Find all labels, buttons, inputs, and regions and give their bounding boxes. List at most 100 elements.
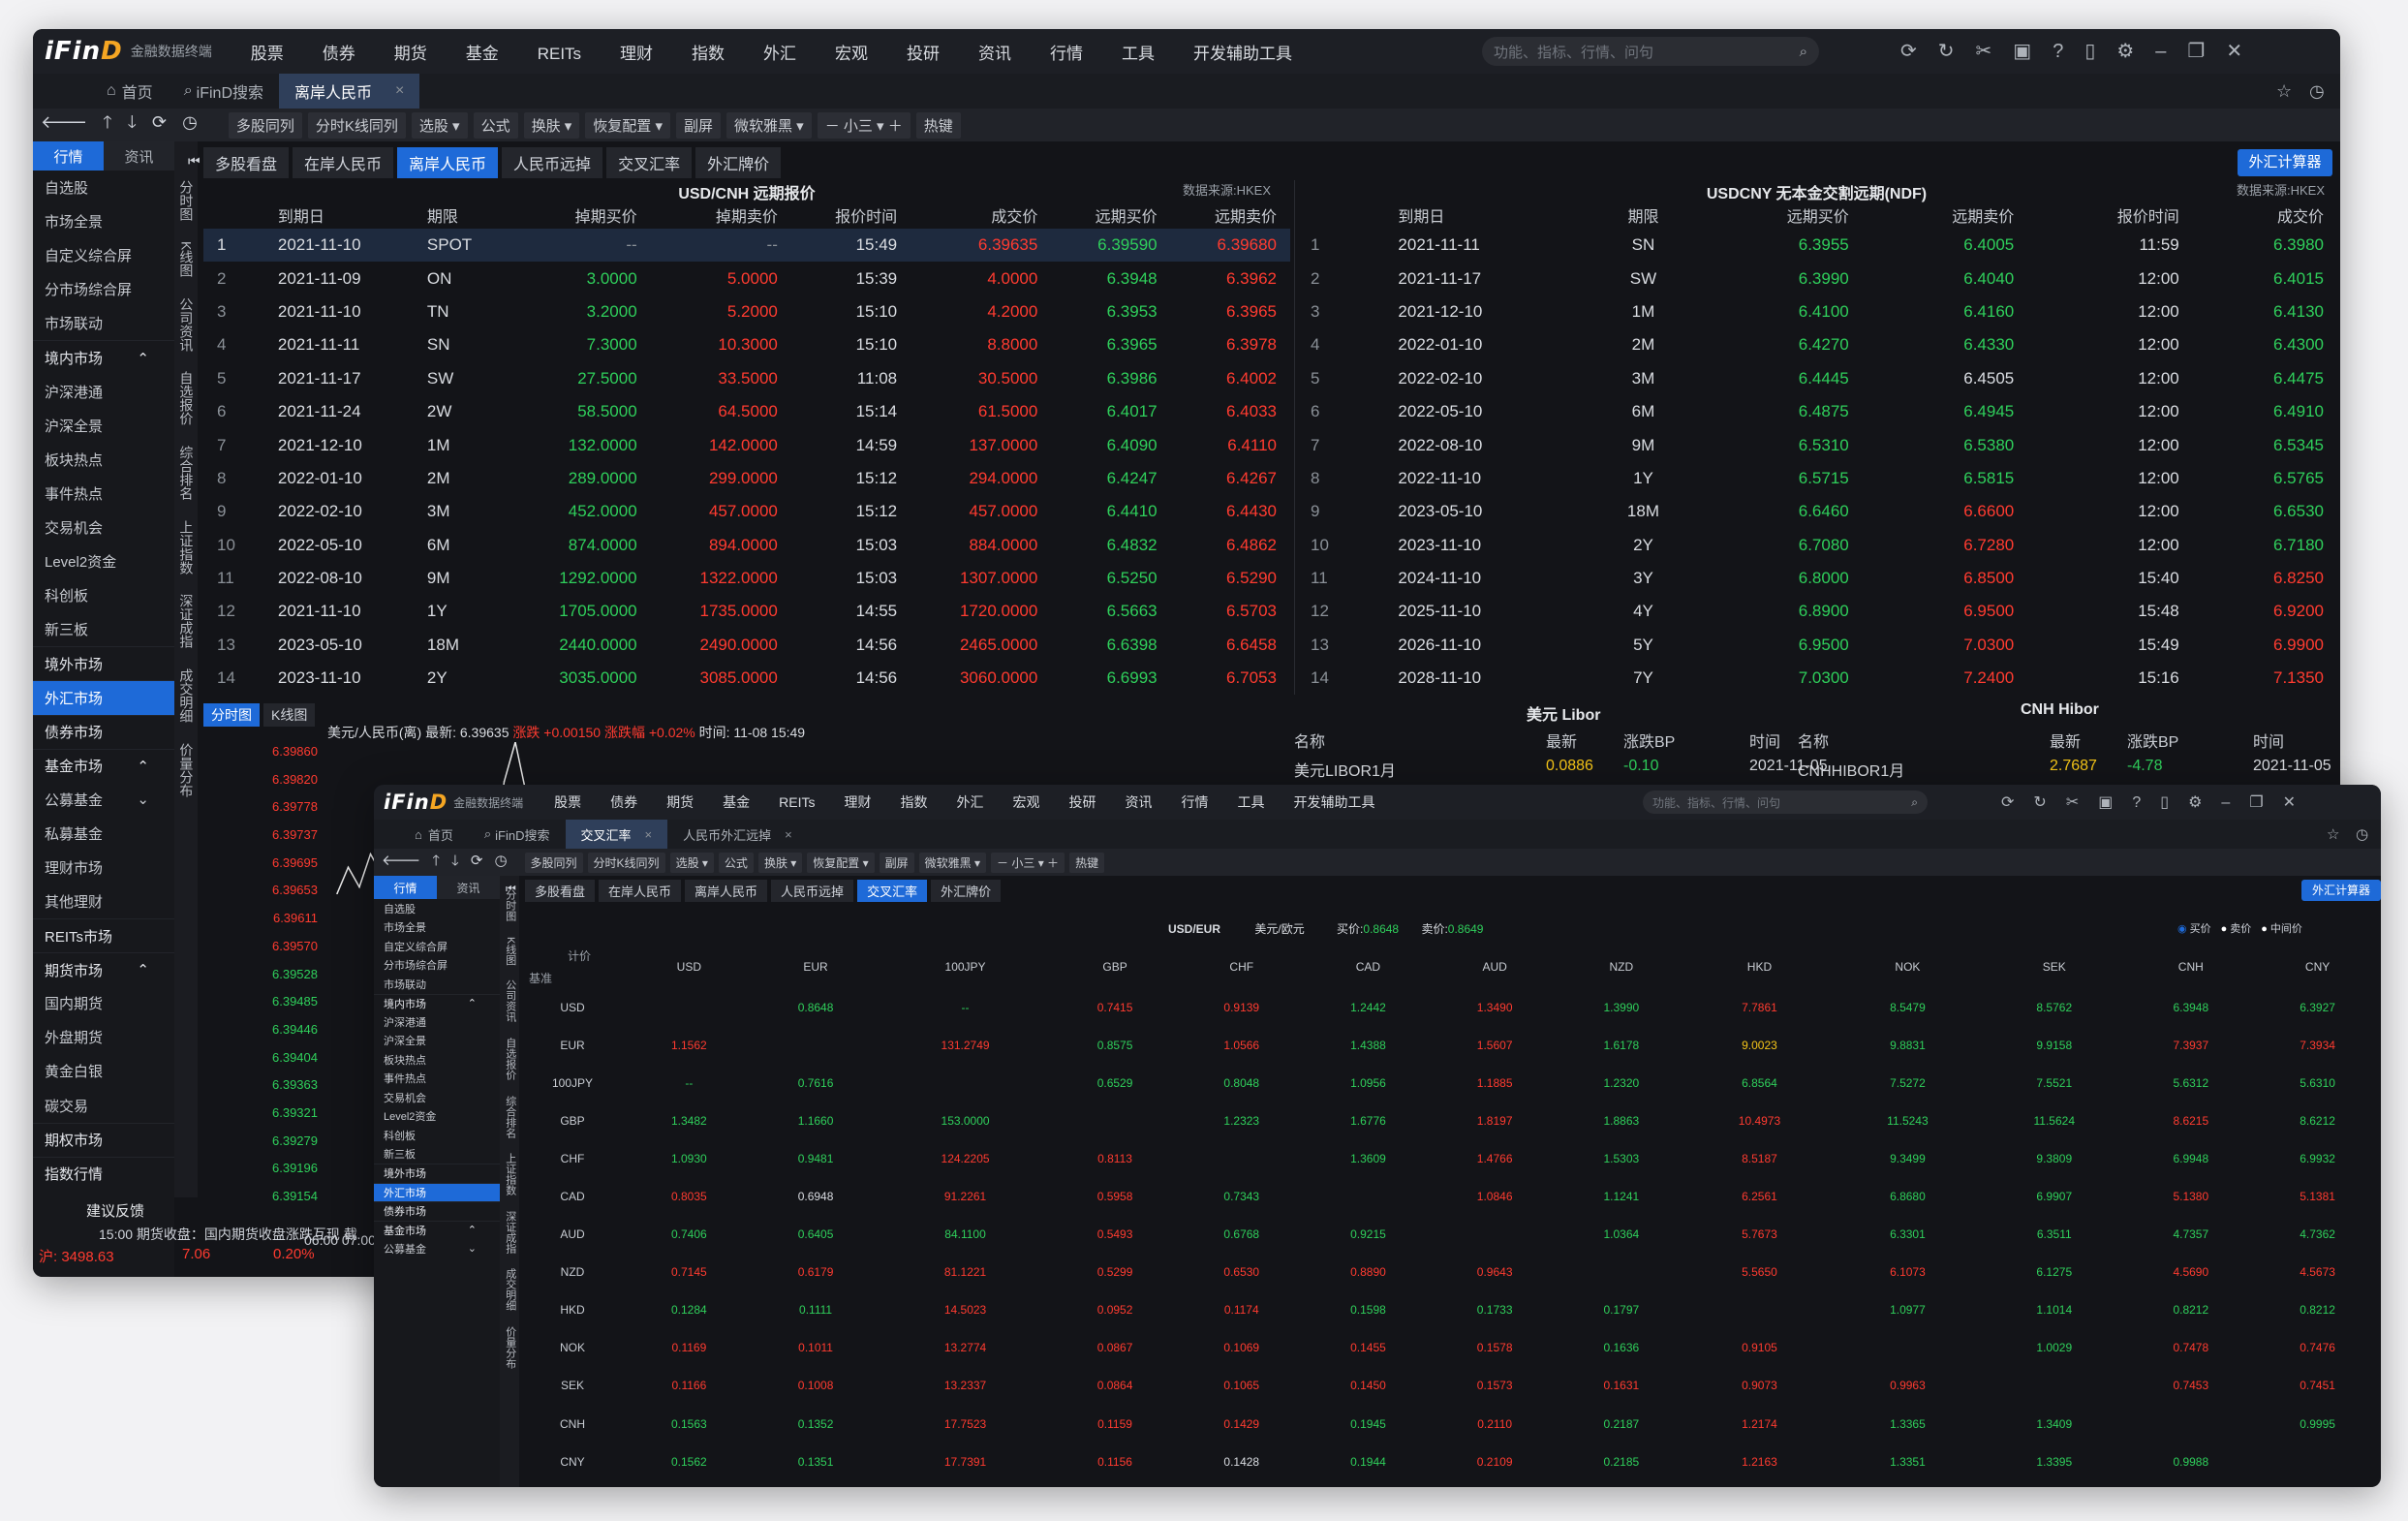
- sidebar-item-18[interactable]: 公募基金 ⌄: [33, 783, 174, 817]
- rate-cell[interactable]: 8.5187: [1684, 1139, 1835, 1177]
- rate-cell[interactable]: 8.6212: [2254, 1102, 2381, 1139]
- radio-label[interactable]: 中间价: [2270, 923, 2302, 935]
- rate-cell[interactable]: 0.1008: [753, 1367, 880, 1405]
- sidebar-item-2[interactable]: 自定义综合屏: [374, 937, 500, 956]
- menu-item-4[interactable]: REITs: [538, 45, 581, 64]
- rate-cell[interactable]: 9.3809: [1981, 1139, 2127, 1177]
- toolbar-button-7[interactable]: 微软雅黑 ▾: [726, 111, 812, 139]
- table-row[interactable]: 3 2021-11-10 TN 3.2000 5.2000 15:10 4.2000 6.39…: [203, 295, 1290, 328]
- table-row[interactable]: 14 2028-11-10 7Y 7.0300 7.2400 15:16 7.1350: [1295, 662, 2339, 695]
- radio-label[interactable]: 卖价: [2230, 923, 2251, 935]
- rate-cell[interactable]: 0.7616: [753, 1064, 880, 1102]
- sidebar-item-0[interactable]: 自选股: [33, 171, 174, 204]
- tab-2[interactable]: 交叉汇率 ×: [565, 820, 668, 849]
- sidebar-item-19[interactable]: 私募基金: [33, 817, 174, 851]
- rate-cell[interactable]: [1835, 1329, 1981, 1367]
- menu-item-9[interactable]: 投研: [1069, 792, 1096, 812]
- rate-cell[interactable]: 0.1169: [626, 1329, 753, 1367]
- table-row[interactable]: 9 2023-05-10 18M 6.6460 6.6600 12:00 6.6530: [1295, 495, 2339, 528]
- rate-cell[interactable]: 0.9643: [1432, 1254, 1559, 1291]
- rate-cell[interactable]: 0.1733: [1432, 1291, 1559, 1329]
- table-row[interactable]: 4 2021-11-11 SN 7.3000 10.3000 15:10 8.8000 6.3…: [203, 328, 1290, 361]
- rate-cell[interactable]: 91.2261: [879, 1177, 1051, 1215]
- rate-cell[interactable]: 0.9215: [1305, 1216, 1432, 1254]
- rate-cell[interactable]: 0.9988: [2127, 1443, 2254, 1480]
- rate-cell[interactable]: 11.5624: [1981, 1102, 2127, 1139]
- toolbar-button-2[interactable]: 选股 ▾: [669, 852, 714, 873]
- rate-cell[interactable]: 1.6178: [1559, 1026, 1685, 1064]
- sidebar-item-4[interactable]: 市场联动: [33, 306, 174, 340]
- rate-cell[interactable]: 0.1351: [753, 1443, 880, 1480]
- sidebar-item-29[interactable]: 指数行情: [33, 1156, 174, 1191]
- sidebar-item-5[interactable]: 境内市场 ⌃: [33, 340, 174, 374]
- column-header[interactable]: 远期卖价: [1865, 202, 2030, 229]
- table-row[interactable]: 8 2022-11-10 1Y 6.5715 6.5815 12:00 6.5765: [1295, 462, 2339, 495]
- rate-cell[interactable]: 8.6215: [2127, 1102, 2254, 1139]
- phone-icon-2[interactable]: ▯: [2160, 794, 2188, 811]
- index-quote[interactable]: 沪: 3498.63: [39, 1246, 114, 1266]
- strip-item-3[interactable]: 自选报价: [174, 371, 198, 428]
- rate-cell[interactable]: 5.7673: [1684, 1216, 1835, 1254]
- fx-calculator-button-2[interactable]: 外汇计算器: [2301, 880, 2381, 901]
- rate-cell[interactable]: 0.6179: [753, 1254, 880, 1291]
- rate-cell[interactable]: 1.0930: [626, 1139, 753, 1177]
- sidebar-2-tab-market[interactable]: 行情: [374, 876, 437, 899]
- menu-item-11[interactable]: 行情: [1182, 792, 1209, 812]
- currency-header[interactable]: AUD: [1432, 946, 1559, 988]
- tab-0[interactable]: ⌂ 首页: [399, 820, 469, 849]
- scissors-icon[interactable]: ✂: [1976, 41, 2014, 62]
- rate-cell[interactable]: 1.2442: [1305, 988, 1432, 1026]
- tab-1[interactable]: ⌕ iFinD搜索: [169, 74, 279, 109]
- sync-icon[interactable]: ↻: [1938, 41, 1976, 62]
- rate-cell[interactable]: 0.2187: [1559, 1405, 1685, 1443]
- sidebar-item-13[interactable]: 新三板: [374, 1145, 500, 1164]
- rate-cell[interactable]: 13.2337: [879, 1367, 1051, 1405]
- menu-item-10[interactable]: 资讯: [1126, 792, 1153, 812]
- strip-item-6[interactable]: 深证成指: [174, 594, 198, 651]
- table-row[interactable]: AUD 0.7406 0.6405 84.1100 0.5493 0.6768 0.9215…: [519, 1216, 2381, 1254]
- down-icon[interactable]: 🡓: [128, 112, 152, 132]
- rate-cell[interactable]: 0.9073: [1684, 1367, 1835, 1405]
- toolbar-button-6[interactable]: 副屏: [676, 111, 722, 139]
- first-icon[interactable]: ⏮: [188, 153, 201, 170]
- rate-cell[interactable]: --: [626, 1064, 753, 1102]
- table-row[interactable]: 13 2023-05-10 18M 2440.0000 2490.0000 14:56 24…: [203, 629, 1290, 662]
- rate-cell[interactable]: [1432, 1216, 1559, 1254]
- table-row[interactable]: SEK 0.1166 0.1008 13.2337 0.0864 0.1065 0.1450…: [519, 1367, 2381, 1405]
- rate-cell[interactable]: [1178, 1139, 1305, 1177]
- strip-item-2[interactable]: 公司资讯: [500, 979, 519, 1026]
- menu-item-3[interactable]: 基金: [466, 40, 499, 64]
- rate-cell[interactable]: [626, 988, 753, 1026]
- currency-header[interactable]: GBP: [1052, 946, 1179, 988]
- rate-cell[interactable]: 17.7391: [879, 1443, 1051, 1480]
- column-header[interactable]: 成交价: [911, 202, 1051, 229]
- rate-cell[interactable]: 5.6312: [2127, 1064, 2254, 1102]
- strip-item-4[interactable]: 综合排名: [500, 1096, 519, 1142]
- rate-cell[interactable]: 0.1284: [626, 1291, 753, 1329]
- table-row[interactable]: EUR 1.1562 131.2749 0.8575 1.0566 1.4388 1.560…: [519, 1026, 2381, 1064]
- rate-cell[interactable]: 0.1944: [1305, 1443, 1432, 1480]
- table-row[interactable]: 5 2021-11-17 SW 27.5000 33.5000 11:08 30.5000 6…: [203, 362, 1290, 395]
- subtab-3[interactable]: 人民币远掉: [502, 147, 603, 178]
- close-icon-2[interactable]: ✕: [2283, 794, 2315, 811]
- rate-cell[interactable]: 7.5272: [1835, 1064, 1981, 1102]
- scissors-icon-2[interactable]: ✂: [2066, 794, 2098, 811]
- table-row[interactable]: 12 2021-11-10 1Y 1705.0000 1735.0000 14:55 172…: [203, 595, 1290, 628]
- toolbar-button-7[interactable]: 微软雅黑 ▾: [918, 852, 987, 873]
- toolbar-button-5[interactable]: 恢复配置 ▾: [807, 852, 875, 873]
- rate-cell[interactable]: 84.1100: [879, 1216, 1051, 1254]
- search-box[interactable]: 功能、指标、行情、问句 ⌕: [1482, 37, 1819, 66]
- chart-tab-intraday[interactable]: 分时图: [203, 703, 260, 727]
- rate-cell[interactable]: 0.1562: [626, 1443, 753, 1480]
- sidebar-item-1[interactable]: 市场全景: [33, 204, 174, 238]
- currency-header[interactable]: CNY: [2254, 946, 2381, 988]
- column-header[interactable]: 期限: [1588, 202, 1700, 229]
- rate-cell[interactable]: 5.1380: [2127, 1177, 2254, 1215]
- rate-cell[interactable]: --: [879, 988, 1051, 1026]
- rate-cell[interactable]: 0.7343: [1178, 1177, 1305, 1215]
- video-icon-2[interactable]: ▣: [2098, 794, 2132, 811]
- menu-item-0[interactable]: 股票: [554, 792, 581, 812]
- rate-cell[interactable]: 4.7357: [2127, 1216, 2254, 1254]
- rate-cell[interactable]: 5.6310: [2254, 1064, 2381, 1102]
- table-row[interactable]: 4 2022-01-10 2M 6.4270 6.4330 12:00 6.4300: [1295, 328, 2339, 361]
